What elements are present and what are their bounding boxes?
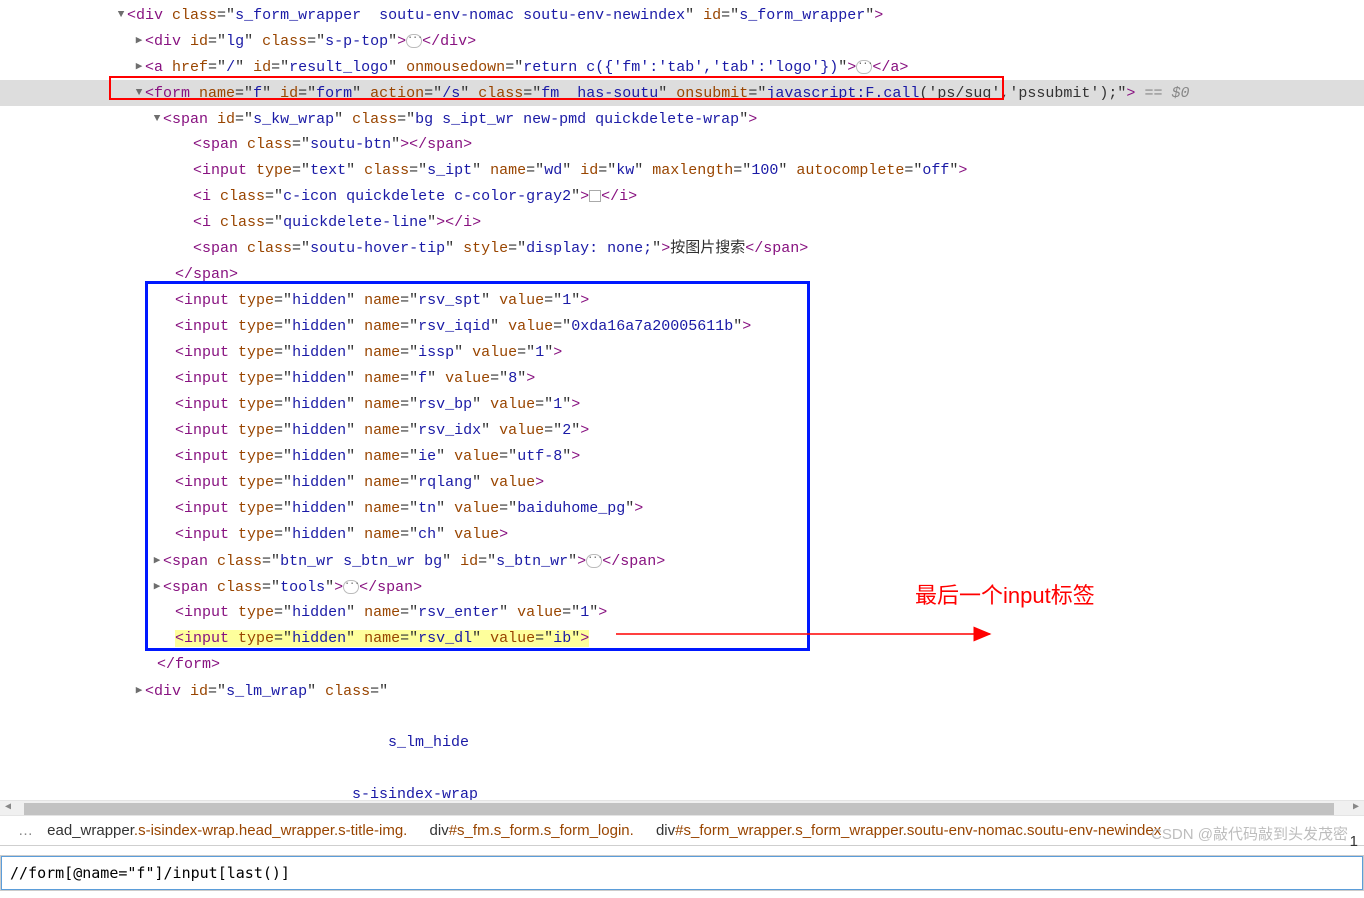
dom-tree-line[interactable]: <input type="hidden" name="issp" value="… [0, 340, 1364, 366]
dom-tree-line[interactable]: <input type="hidden" name="rsv_idx" valu… [0, 418, 1364, 444]
dom-tree-line[interactable]: <div id="s_lm_wrap" class=" [0, 678, 1364, 704]
scroll-left-icon[interactable]: ◀ [0, 801, 16, 815]
dom-tree-line[interactable]: <span class="btn_wr s_btn_wr bg" id="s_b… [0, 548, 1364, 574]
dom-tree-line[interactable]: s-isindex-wrap [0, 782, 1364, 800]
dom-tree-line[interactable]: <input type="hidden" name="f" value="8"> [0, 366, 1364, 392]
horizontal-scrollbar[interactable]: ◀ ▶ [0, 800, 1364, 816]
dom-tree-line[interactable]: <div id="lg" class="s-p-top"></div> [0, 28, 1364, 54]
dom-tree-line[interactable]: <i class="c-icon quickdelete c-color-gra… [0, 184, 1364, 210]
dom-tree-line[interactable]: <input type="hidden" name="tn" value="ba… [0, 496, 1364, 522]
dom-tree-line[interactable]: <input type="hidden" name="rsv_dl" value… [0, 626, 1364, 652]
dom-tree-line[interactable]: <input type="hidden" name="ie" value="ut… [0, 444, 1364, 470]
expand-arrow-icon[interactable] [133, 80, 145, 106]
dom-tree-line[interactable]: <span class="soutu-hover-tip" style="dis… [0, 236, 1364, 262]
dom-tree-line[interactable]: </form> [0, 652, 1364, 678]
xpath-input[interactable] [1, 856, 1363, 890]
breadcrumb-segment[interactable]: ead_wrapper.s-isindex-wrap.head_wrapper.… [47, 822, 407, 839]
dom-tree-line[interactable] [0, 756, 1364, 782]
dom-tree-line[interactable]: <input type="hidden" name="rsv_iqid" val… [0, 314, 1364, 340]
expand-arrow-icon[interactable] [115, 2, 127, 28]
expand-arrow-icon[interactable] [133, 54, 145, 80]
dom-tree-line[interactable]: <input type="text" class="s_ipt" name="w… [0, 158, 1364, 184]
xpath-search-row [0, 855, 1364, 891]
dom-tree-line[interactable]: <i class="quickdelete-line"></i> [0, 210, 1364, 236]
dom-tree-line[interactable]: <div class="s_form_wrapper soutu-env-nom… [0, 2, 1364, 28]
dom-tree-line[interactable]: <input type="hidden" name="rqlang" value… [0, 470, 1364, 496]
expand-arrow-icon[interactable] [151, 106, 163, 132]
dom-tree-line[interactable]: <span class="tools"></span> [0, 574, 1364, 600]
dom-tree-line[interactable]: <a href="/" id="result_logo" onmousedown… [0, 54, 1364, 80]
dom-tree-line[interactable]: <span id="s_kw_wrap" class="bg s_ipt_wr … [0, 106, 1364, 132]
annotation-label: 最后一个input标签 [915, 578, 1095, 610]
dom-tree-line[interactable]: <input type="hidden" name="rsv_spt" valu… [0, 288, 1364, 314]
dom-tree-line[interactable]: <form name="f" id="form" action="/s" cla… [0, 80, 1364, 106]
expand-arrow-icon[interactable] [151, 548, 163, 574]
dom-tree-line[interactable]: </span> [0, 262, 1364, 288]
dom-tree-line[interactable] [0, 704, 1364, 730]
dom-tree-line[interactable]: <input type="hidden" name="ch" value> [0, 522, 1364, 548]
breadcrumb-segment[interactable]: div#s_fm.s_form.s_form_login. [430, 822, 634, 839]
scroll-right-icon[interactable]: ▶ [1348, 801, 1364, 815]
breadcrumb-overflow-icon[interactable]: … [18, 822, 33, 839]
scroll-thumb[interactable] [24, 803, 1334, 815]
expand-arrow-icon[interactable] [151, 574, 163, 600]
dom-tree-line[interactable]: <span class="soutu-btn"></span> [0, 132, 1364, 158]
devtools-viewport: … <div class="s_form_wrapper soutu-env-n… [0, 0, 1364, 898]
dom-tree-line[interactable]: <input type="hidden" name="rsv_bp" value… [0, 392, 1364, 418]
elements-panel[interactable]: … <div class="s_form_wrapper soutu-env-n… [0, 0, 1364, 800]
page-number: 1 [1350, 833, 1358, 850]
dom-tree-line[interactable]: <input type="hidden" name="rsv_enter" va… [0, 600, 1364, 626]
breadcrumb-segment[interactable]: div#s_form_wrapper.s_form_wrapper.soutu-… [656, 822, 1161, 839]
watermark-text: CSDN @敲代码敲到头发茂密 [1151, 823, 1348, 844]
expand-arrow-icon[interactable] [133, 28, 145, 54]
dom-tree-line[interactable]: s_lm_hide [0, 730, 1364, 756]
expand-arrow-icon[interactable] [133, 678, 145, 704]
